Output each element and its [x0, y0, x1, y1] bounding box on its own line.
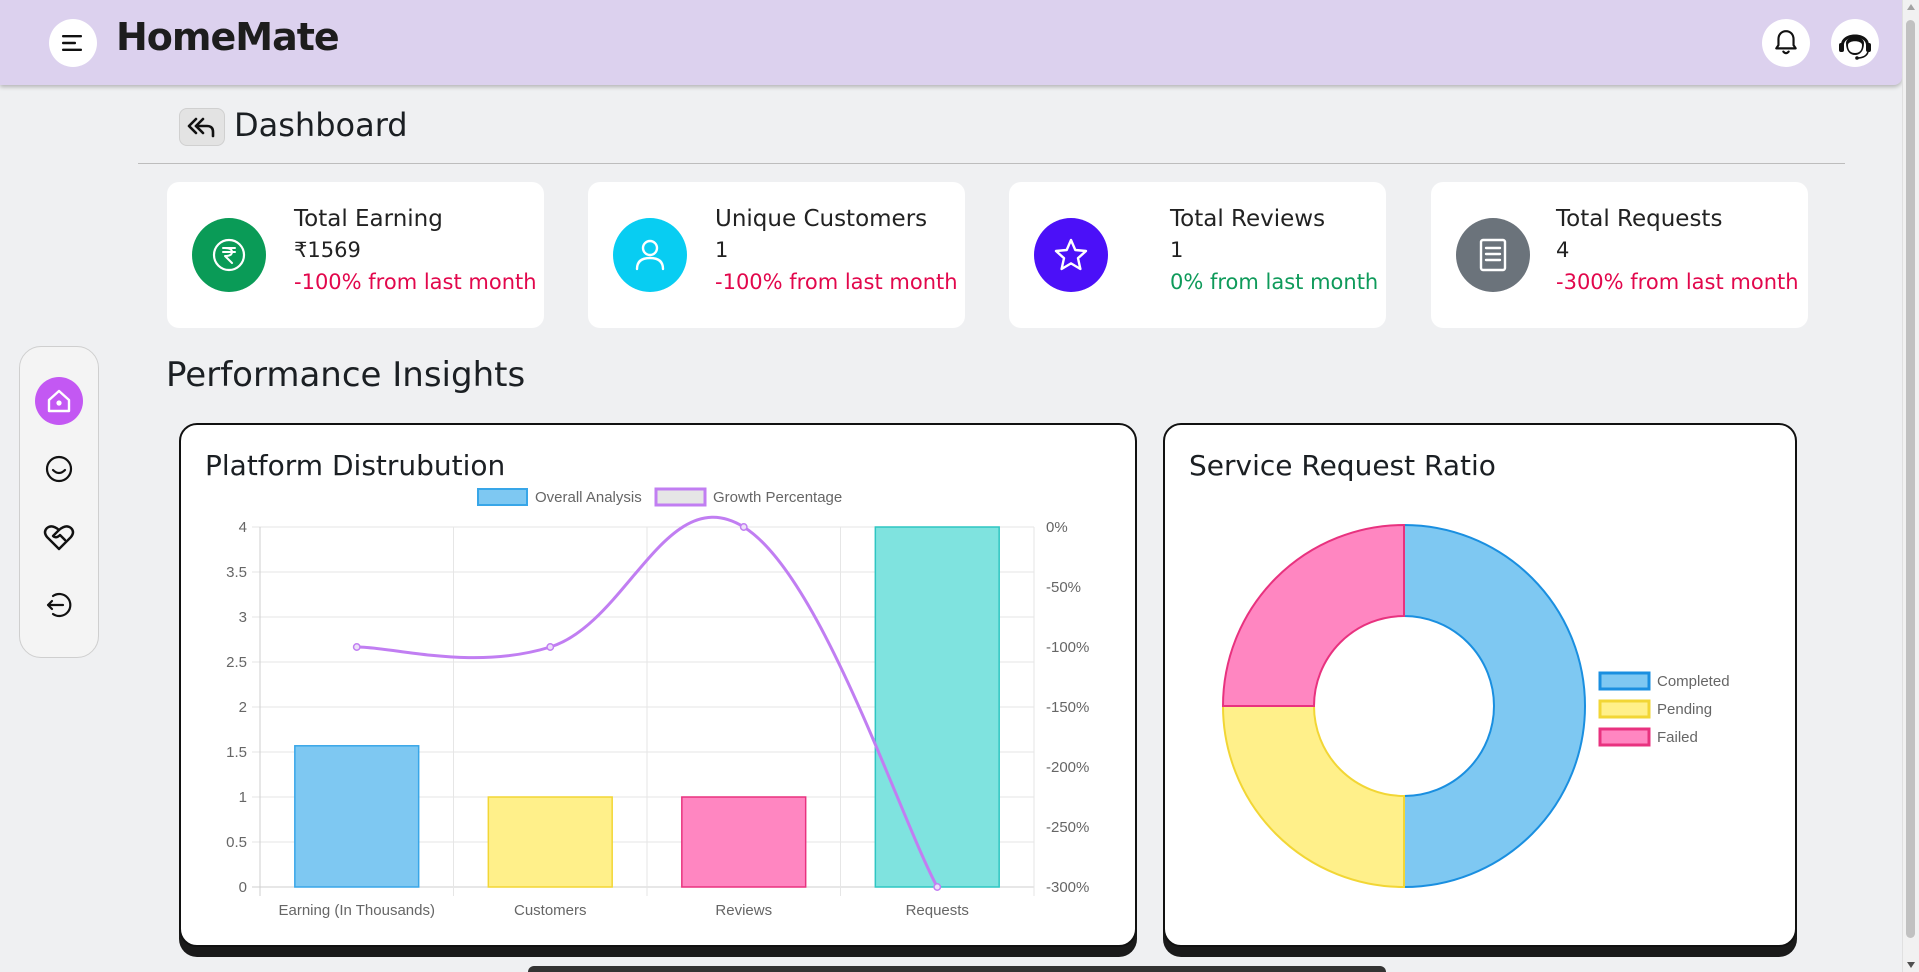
bar: [874, 526, 1000, 888]
y2-tick-label: 0%: [1046, 519, 1068, 536]
nav-logout[interactable]: [35, 581, 83, 629]
section-title: Performance Insights: [166, 355, 526, 395]
y-tick-label: 2.5: [226, 654, 247, 671]
legend-swatch: [477, 488, 528, 506]
page-title: Dashboard: [234, 106, 408, 144]
y-tick-label: 1: [239, 789, 247, 806]
stat-label: Total Earning: [294, 206, 443, 232]
stat-label: Total Reviews: [1170, 206, 1326, 232]
scrollbar-thumb[interactable]: [1906, 20, 1915, 938]
line-point: [352, 643, 361, 651]
nav-customers[interactable]: [35, 445, 83, 493]
nav-services[interactable]: [35, 513, 83, 561]
legend-label: Failed: [1657, 729, 1698, 746]
page-scrollbar[interactable]: [1902, 0, 1919, 972]
y-tick-label: 1.5: [226, 744, 247, 761]
nav-home[interactable]: [35, 377, 83, 425]
logout-icon: [46, 592, 72, 618]
stat-card-unique-customers: Unique Customers 1 -100% from last month: [588, 182, 965, 328]
x-tick-label: Customers: [514, 902, 587, 919]
smile-icon: [45, 455, 73, 483]
bar: [294, 745, 420, 888]
scroll-up-arrow[interactable]: [1907, 4, 1915, 10]
headset-avatar-icon: [1834, 22, 1876, 64]
stat-change: -100% from last month: [294, 270, 537, 294]
y-tick-label: 2: [239, 699, 247, 716]
back-button[interactable]: [179, 108, 225, 146]
bar: [487, 796, 613, 888]
star-icon: [1034, 218, 1108, 292]
line-point: [546, 643, 555, 651]
side-nav: [19, 346, 99, 658]
stat-card-total-reviews: Total Reviews 1 0% from last month: [1009, 182, 1386, 328]
bell-icon: [1775, 30, 1797, 55]
y-tick-label: 0.5: [226, 834, 247, 851]
title-divider: [138, 163, 1845, 164]
home-icon: [47, 389, 71, 413]
stat-change: -100% from last month: [715, 270, 958, 294]
legend-swatch: [1598, 727, 1651, 747]
scroll-down-arrow[interactable]: [1907, 962, 1915, 968]
support-avatar[interactable]: [1831, 19, 1879, 67]
legend-label: Growth Percentage: [713, 489, 842, 506]
y2-tick-label: -150%: [1046, 699, 1089, 716]
y-tick-label: 4: [239, 519, 247, 536]
service-request-ratio-panel: Service Request Ratio Completed Pending Fa…: [1163, 423, 1797, 947]
stat-change: 0% from last month: [1170, 270, 1379, 294]
hamburger-icon: [62, 35, 82, 51]
y-tick-label: 0: [239, 879, 247, 896]
brand-logo[interactable]: HomeMate: [116, 15, 340, 59]
legend-label: Overall Analysis: [535, 489, 642, 506]
stat-card-total-earning: Total Earning ₹1569 -100% from last mont…: [167, 182, 544, 328]
platform-distribution-panel: Platform Distrubution 0 0.5 1 1.5 2 2.5 3 3.5 4-…: [179, 423, 1137, 947]
stat-change: -300% from last month: [1556, 270, 1799, 294]
platform-distribution-chart: 0 0.5 1 1.5 2 2.5 3 3.5 4 -300% -250% -200% -150% -10…: [226, 487, 1089, 919]
stat-label: Total Requests: [1556, 206, 1723, 232]
y2-tick-label: -300%: [1046, 879, 1089, 896]
donut-slice: [1403, 523, 1586, 889]
donut-slice: [1221, 705, 1405, 889]
legend-swatch: [1598, 699, 1651, 719]
notifications-button[interactable]: [1762, 19, 1810, 67]
document-icon: [1456, 218, 1530, 292]
legend-label: Completed: [1657, 673, 1730, 690]
stat-value: 1: [715, 238, 729, 262]
stat-value: 1: [1170, 238, 1184, 262]
y2-tick-label: -250%: [1046, 819, 1089, 836]
y-tick-label: 3.5: [226, 564, 247, 581]
x-tick-label: Requests: [906, 902, 969, 919]
menu-button[interactable]: [49, 19, 97, 67]
stat-value: ₹1569: [294, 238, 361, 262]
stat-label: Unique Customers: [715, 206, 928, 232]
y-tick-label: 3: [239, 609, 247, 626]
legend-swatch: [654, 487, 707, 507]
double-back-arrow-icon: [187, 117, 215, 138]
service-request-ratio-chart: Completed Pending Failed: [1221, 523, 1730, 889]
x-tick-label: Earning (In Thousands): [279, 902, 435, 919]
line-point: [933, 883, 942, 891]
donut-slice: [1221, 523, 1405, 707]
legend-swatch: [1598, 671, 1651, 691]
user-icon: [613, 218, 687, 292]
stat-value: 4: [1556, 238, 1570, 262]
heart-handshake-icon: [43, 525, 75, 551]
line-point: [739, 523, 748, 531]
legend-label: Pending: [1657, 701, 1712, 718]
bar: [681, 796, 807, 888]
x-tick-label: Reviews: [715, 902, 772, 919]
y2-tick-label: -100%: [1046, 639, 1089, 656]
top-header: HomeMate: [0, 0, 1902, 85]
y2-tick-label: -50%: [1046, 579, 1081, 596]
rupee-icon: [192, 218, 266, 292]
y2-tick-label: -200%: [1046, 759, 1089, 776]
stat-card-total-requests: Total Requests 4 -300% from last month: [1431, 182, 1808, 328]
bottom-edge-bar: [528, 966, 1386, 972]
